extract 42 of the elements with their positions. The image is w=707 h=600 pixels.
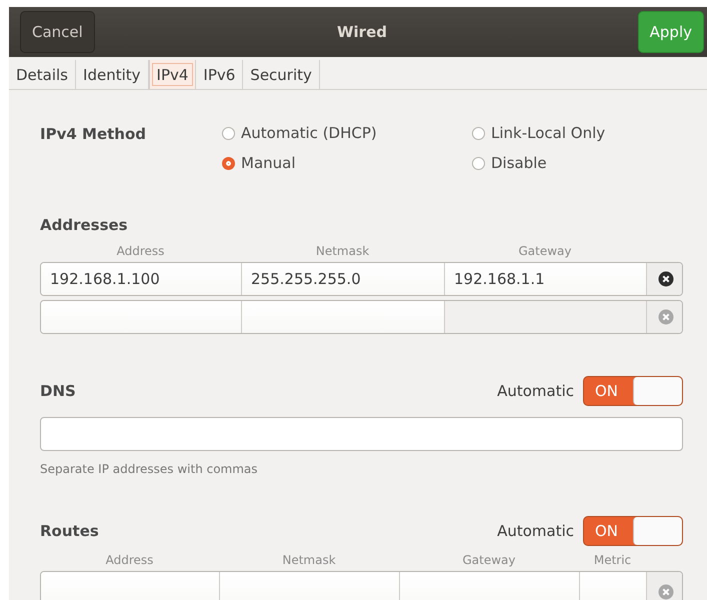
section-title: Addresses <box>40 216 129 234</box>
tab[interactable]: Security <box>243 60 320 89</box>
input-field[interactable] <box>580 572 647 600</box>
column-header: Address <box>104 553 154 567</box>
input-field[interactable]: 192.168.1.1 <box>445 263 647 295</box>
input-field[interactable] <box>41 572 220 600</box>
section-label: IPv4 Method <box>40 124 148 145</box>
column-header: Netmask <box>281 553 337 567</box>
radio-label: Link-Local Only <box>491 124 606 142</box>
column-header: Metric <box>592 553 632 567</box>
input-field[interactable] <box>40 417 683 451</box>
close-icon <box>658 584 674 600</box>
close-icon <box>658 309 674 325</box>
toggle-label: Automatic <box>497 522 574 540</box>
radio-button[interactable] <box>472 126 485 140</box>
radio-label: Disable <box>491 154 547 172</box>
radio-button[interactable] <box>222 156 235 170</box>
radio-label: Automatic (DHCP) <box>241 124 377 142</box>
section-title: Routes <box>40 522 99 540</box>
column-header: Gateway <box>517 244 572 258</box>
column-header: Gateway <box>461 553 516 567</box>
column-header: Netmask <box>314 244 370 258</box>
toggle-label: Automatic <box>497 382 574 400</box>
cancel-button[interactable]: Cancel <box>20 11 95 53</box>
radio-button[interactable] <box>222 126 235 140</box>
input-field[interactable] <box>400 572 580 600</box>
tab[interactable]: IPv6 <box>196 60 244 89</box>
section-title: DNS <box>40 382 76 400</box>
input-field[interactable] <box>41 301 242 333</box>
input-field[interactable] <box>242 301 445 333</box>
hint-text: Separate IP addresses with commas <box>40 462 259 476</box>
close-icon <box>658 271 674 287</box>
input-field[interactable]: 192.168.1.100 <box>41 263 242 295</box>
tab[interactable]: IPv4 <box>148 60 196 89</box>
input-field[interactable]: 255.255.255.0 <box>242 263 445 295</box>
radio-label: Manual <box>241 154 296 172</box>
tab[interactable]: Details <box>9 60 76 89</box>
column-header: Address <box>116 244 166 258</box>
input-field[interactable] <box>220 572 400 600</box>
window-title: Wired <box>337 23 387 41</box>
radio-button[interactable] <box>472 156 485 170</box>
delete-button[interactable] <box>647 263 682 295</box>
